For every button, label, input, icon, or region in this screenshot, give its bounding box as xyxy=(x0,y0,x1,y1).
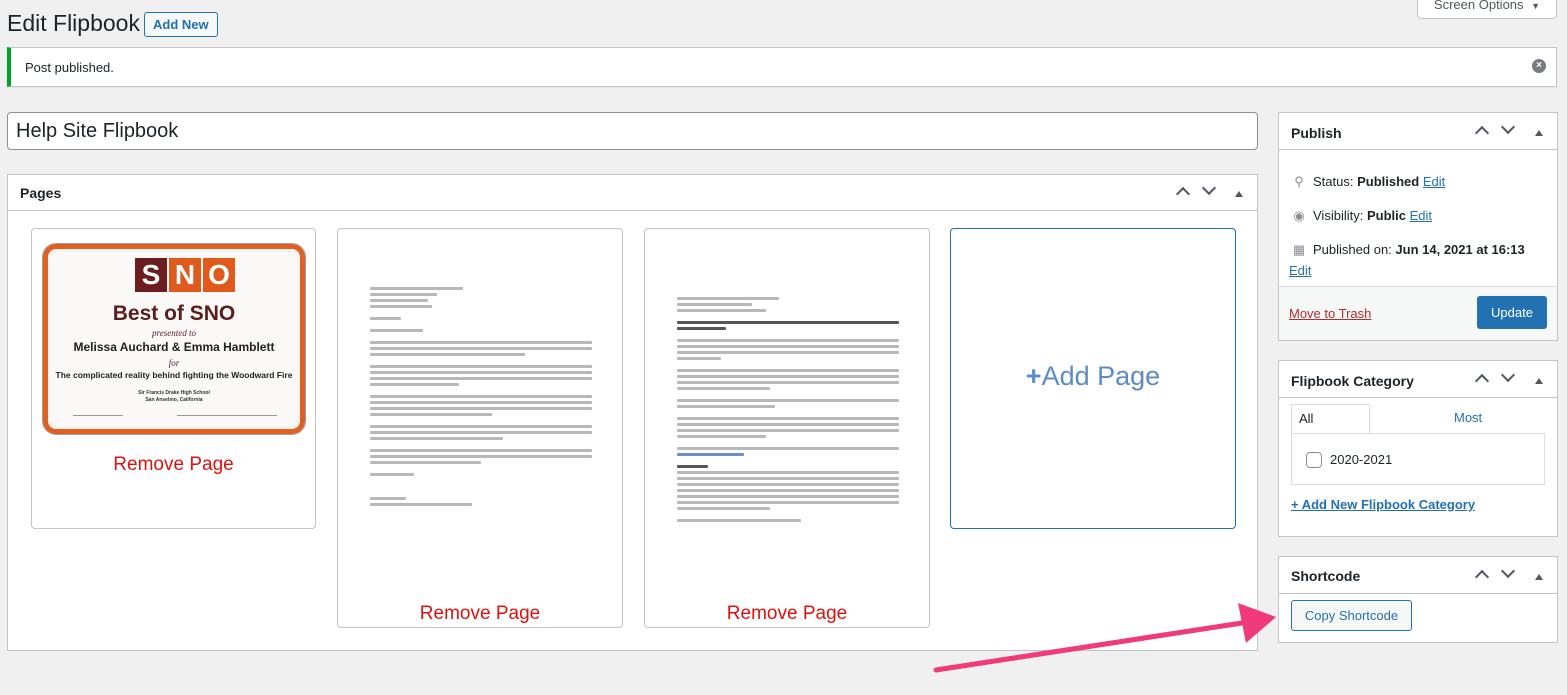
collapse-toggle-icon[interactable] xyxy=(1526,571,1552,583)
shortcode-box-header: Shortcode xyxy=(1279,557,1557,594)
move-down-icon[interactable] xyxy=(1495,563,1521,583)
notice-success: Post published. × xyxy=(7,47,1557,87)
certificate-for: for xyxy=(168,358,180,368)
signature-line xyxy=(73,415,123,416)
screen-options-button[interactable]: Screen Options ▼ xyxy=(1417,0,1557,19)
page-thumbnail-letter xyxy=(370,287,592,509)
visibility-value: Public xyxy=(1366,208,1406,223)
pin-icon: ⚲ xyxy=(1294,174,1304,189)
caret-down-icon: ▼ xyxy=(1531,1,1541,11)
copy-shortcode-button[interactable]: Copy Shortcode xyxy=(1291,600,1412,631)
remove-page-link[interactable]: Remove Page xyxy=(645,603,929,625)
edit-date-link[interactable]: Edit xyxy=(1289,263,1311,278)
move-down-icon[interactable] xyxy=(1495,119,1521,139)
page-card-3: Remove Page xyxy=(644,228,930,628)
certificate-story: The complicated reality behind fighting … xyxy=(55,370,293,380)
certificate-school: Sir Francis Drake High School xyxy=(138,390,210,396)
category-label: 2020-2021 xyxy=(1330,452,1393,467)
page-card-1: S N O Best of SNO presented to Melissa A… xyxy=(31,228,316,529)
screen-options-label: Screen Options xyxy=(1433,0,1524,12)
shortcode-box: Shortcode Copy Shortcode xyxy=(1278,556,1558,643)
annotation-arrow-icon xyxy=(933,603,1276,673)
certificate-location: San Anselmo, California xyxy=(145,397,203,403)
sno-logo-letter: N xyxy=(169,258,201,292)
certificate-presented: presented to xyxy=(152,328,196,338)
collapse-toggle-icon[interactable] xyxy=(1226,188,1252,200)
eye-icon: ◉ xyxy=(1293,208,1305,223)
certificate-names: Melissa Auchard & Emma Hamblett xyxy=(73,340,275,354)
move-down-icon[interactable] xyxy=(1495,367,1521,387)
add-new-button[interactable]: Add New xyxy=(144,12,218,37)
move-up-icon[interactable] xyxy=(1469,372,1495,389)
visibility-row: ◉ Visibility: Public Edit xyxy=(1291,208,1432,224)
plus-icon: + xyxy=(1025,361,1042,391)
signature-line xyxy=(177,415,277,416)
publish-box-title: Publish xyxy=(1291,125,1342,141)
status-row: ⚲ Status: Published Edit xyxy=(1291,174,1445,190)
remove-page-link[interactable]: Remove Page xyxy=(32,454,315,476)
calendar-icon: ▦ xyxy=(1292,242,1306,257)
add-new-category-link[interactable]: + Add New Flipbook Category xyxy=(1291,497,1475,512)
page-title: Edit Flipbook xyxy=(7,10,140,36)
remove-page-link[interactable]: Remove Page xyxy=(338,603,622,625)
collapse-toggle-icon[interactable] xyxy=(1526,127,1552,139)
sno-logo: S N O xyxy=(135,258,235,292)
visibility-label: Visibility: xyxy=(1313,208,1364,223)
publish-actions: Move to Trash Update xyxy=(1279,286,1557,340)
sno-logo-letter: S xyxy=(135,258,167,292)
move-up-icon[interactable] xyxy=(1170,185,1196,202)
page-thumbnail-certificate: S N O Best of SNO presented to Melissa A… xyxy=(42,243,306,435)
pages-box: Pages S N O Best of SNO presented to Mel… xyxy=(7,174,1258,651)
published-row: ▦ Published on: Jun 14, 2021 at 16:13 xyxy=(1291,242,1525,258)
flipbook-category-box: Flipbook Category All Flipbook Categorie… xyxy=(1278,360,1558,537)
edit-visibility-link[interactable]: Edit xyxy=(1410,208,1432,223)
dismiss-icon[interactable]: × xyxy=(1532,59,1546,73)
post-title-input[interactable]: Help Site Flipbook xyxy=(7,112,1258,150)
page-thumbnail-press-release xyxy=(677,297,899,525)
status-label: Status: xyxy=(1313,174,1354,189)
category-box-header: Flipbook Category xyxy=(1279,361,1557,398)
shortcode-box-title: Shortcode xyxy=(1291,568,1361,584)
move-up-icon[interactable] xyxy=(1469,124,1495,141)
published-value: Jun 14, 2021 at 16:13 xyxy=(1395,242,1525,257)
pages-box-title: Pages xyxy=(20,185,62,201)
move-up-icon[interactable] xyxy=(1469,568,1495,585)
certificate-heading: Best of SNO xyxy=(112,302,236,325)
pages-box-header: Pages xyxy=(8,175,1257,211)
sno-logo-letter: O xyxy=(203,258,235,292)
publish-box: Publish ⚲ Status: Published Edit ◉ Visibil… xyxy=(1278,112,1558,341)
collapse-toggle-icon[interactable] xyxy=(1526,375,1552,387)
tab-all-categories[interactable]: All Flipbook Categories xyxy=(1291,404,1370,482)
published-label: Published on: xyxy=(1313,242,1392,257)
tab-most-used[interactable]: Most Used xyxy=(1447,404,1491,453)
category-checkbox[interactable] xyxy=(1306,452,1322,468)
publish-box-header: Publish xyxy=(1279,113,1557,150)
category-box-title: Flipbook Category xyxy=(1291,373,1414,389)
add-page-button[interactable]: +Add Page xyxy=(950,228,1236,529)
move-to-trash-link[interactable]: Move to Trash xyxy=(1289,306,1371,321)
edit-status-link[interactable]: Edit xyxy=(1423,174,1445,189)
update-button[interactable]: Update xyxy=(1477,296,1547,329)
add-page-label: +Add Page xyxy=(1025,361,1161,391)
move-down-icon[interactable] xyxy=(1196,180,1222,200)
category-list: 2020-2021 xyxy=(1291,433,1545,485)
notice-text: Post published. xyxy=(25,60,114,75)
status-value: Published xyxy=(1357,174,1420,189)
page-card-2: Remove Page xyxy=(337,228,623,628)
